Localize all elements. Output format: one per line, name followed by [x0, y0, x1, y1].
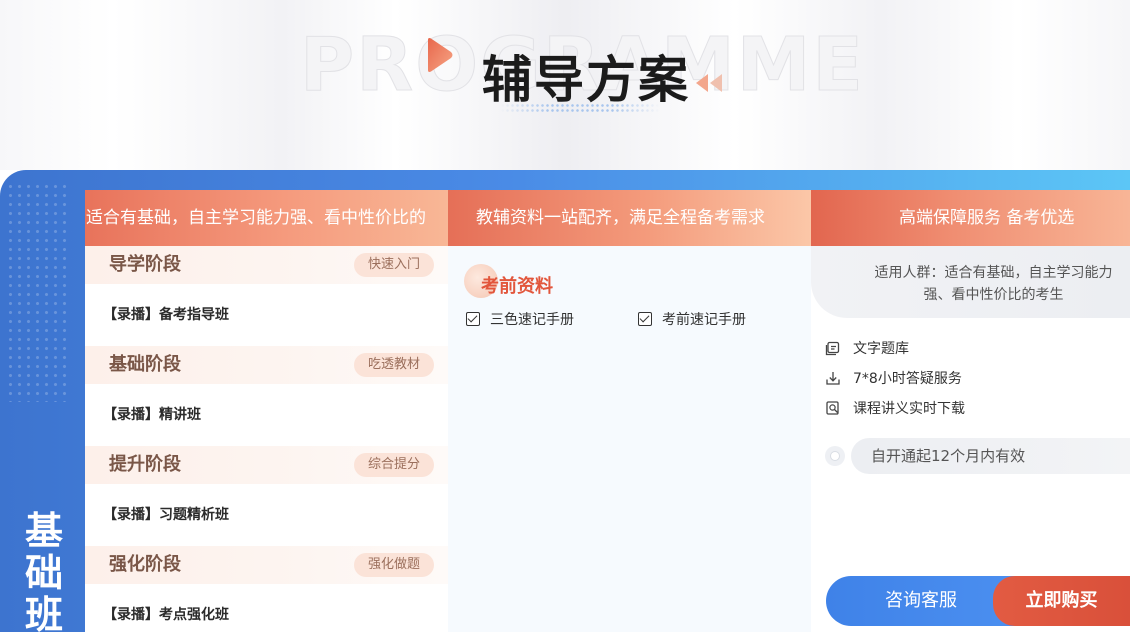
checkbox-icon [466, 312, 480, 326]
audience-text: 适用人群：适合有基础，自主学习能力强、看中性价比的考生 [811, 246, 1130, 318]
validity-dot-icon [825, 446, 845, 466]
document-search-icon [826, 401, 839, 415]
material-label: 三色速记手册 [490, 312, 574, 328]
stage-tag: 综合提分 [353, 453, 434, 477]
col3-header: 高端保障服务 备考优选 [811, 190, 1130, 246]
material-label: 考前速记手册 [662, 312, 746, 328]
stage-course[interactable]: 【录播】精讲班 [103, 404, 201, 424]
validity-text: 自开通起12个月内有效 [851, 438, 1130, 474]
class-name-label: 基础班 [24, 509, 63, 632]
service-item: 文字题库 [825, 338, 909, 358]
material-item: 三色速记手册 [466, 310, 574, 328]
service-label: 7*8小时答疑服务 [853, 371, 962, 387]
stage-title: 强化阶段 [109, 554, 181, 575]
title-underline-dots [500, 103, 660, 113]
service-label: 文字题库 [853, 341, 909, 357]
buy-button[interactable]: 立即购买 [993, 576, 1130, 626]
col1-header: 适合有基础，自主学习能力强、看中性价比的 [85, 190, 448, 246]
page-header: PROGRAMME 辅导方案 [0, 0, 1130, 170]
stage-tag: 快速入门 [353, 253, 434, 277]
service-label: 课程讲义实时下载 [853, 401, 965, 417]
stage-title: 导学阶段 [109, 254, 181, 275]
stage-tag: 强化做题 [353, 553, 434, 577]
checkbox-icon [638, 312, 652, 326]
col2-header: 教辅资料一站配齐，满足全程备考需求 [448, 190, 811, 246]
page-title: 辅导方案 [482, 51, 690, 109]
panel-dot-pattern [6, 182, 72, 402]
materials-column: 考前资料 三色速记手册 考前速记手册 [448, 246, 811, 632]
stage-item: 基础阶段 吃透教材 【录播】精讲班 [85, 346, 448, 446]
stage-course[interactable]: 【录播】备考指导班 [103, 304, 229, 324]
plan-content: 适合有基础，自主学习能力强、看中性价比的 教辅资料一站配齐，满足全程备考需求 高… [85, 190, 1130, 632]
stage-header: 导学阶段 快速入门 [85, 246, 448, 284]
consult-button[interactable]: 咨询客服 [826, 576, 1016, 626]
stage-header: 提升阶段 综合提分 [85, 446, 448, 484]
download-icon [826, 372, 840, 385]
material-item: 考前速记手册 [638, 310, 746, 328]
service-item: 7*8小时答疑服务 [825, 368, 962, 388]
stage-item: 提升阶段 综合提分 【录播】习题精析班 [85, 446, 448, 546]
stage-course[interactable]: 【录播】考点强化班 [103, 604, 229, 624]
stage-course[interactable]: 【录播】习题精析班 [103, 504, 229, 524]
rewind-icon [696, 74, 722, 92]
stage-title: 提升阶段 [109, 454, 181, 475]
materials-title: 考前资料 [481, 276, 553, 297]
stage-header: 强化阶段 强化做题 [85, 546, 448, 584]
stages-column: 导学阶段 快速入门 【录播】备考指导班 基础阶段 吃透教材 【录播】精讲班 提升… [85, 246, 448, 632]
stage-tag: 吃透教材 [353, 353, 434, 377]
stage-title: 基础阶段 [109, 354, 181, 375]
stage-item: 强化阶段 强化做题 【录播】考点强化班 [85, 546, 448, 632]
service-column: 适用人群：适合有基础，自主学习能力强、看中性价比的考生 文字题库 7*8小时答疑… [811, 246, 1130, 632]
stage-header: 基础阶段 吃透教材 [85, 346, 448, 384]
service-item: 课程讲义实时下载 [825, 398, 965, 418]
play-icon [428, 38, 453, 72]
question-bank-icon [825, 341, 840, 356]
stage-item: 导学阶段 快速入门 【录播】备考指导班 [85, 246, 448, 346]
